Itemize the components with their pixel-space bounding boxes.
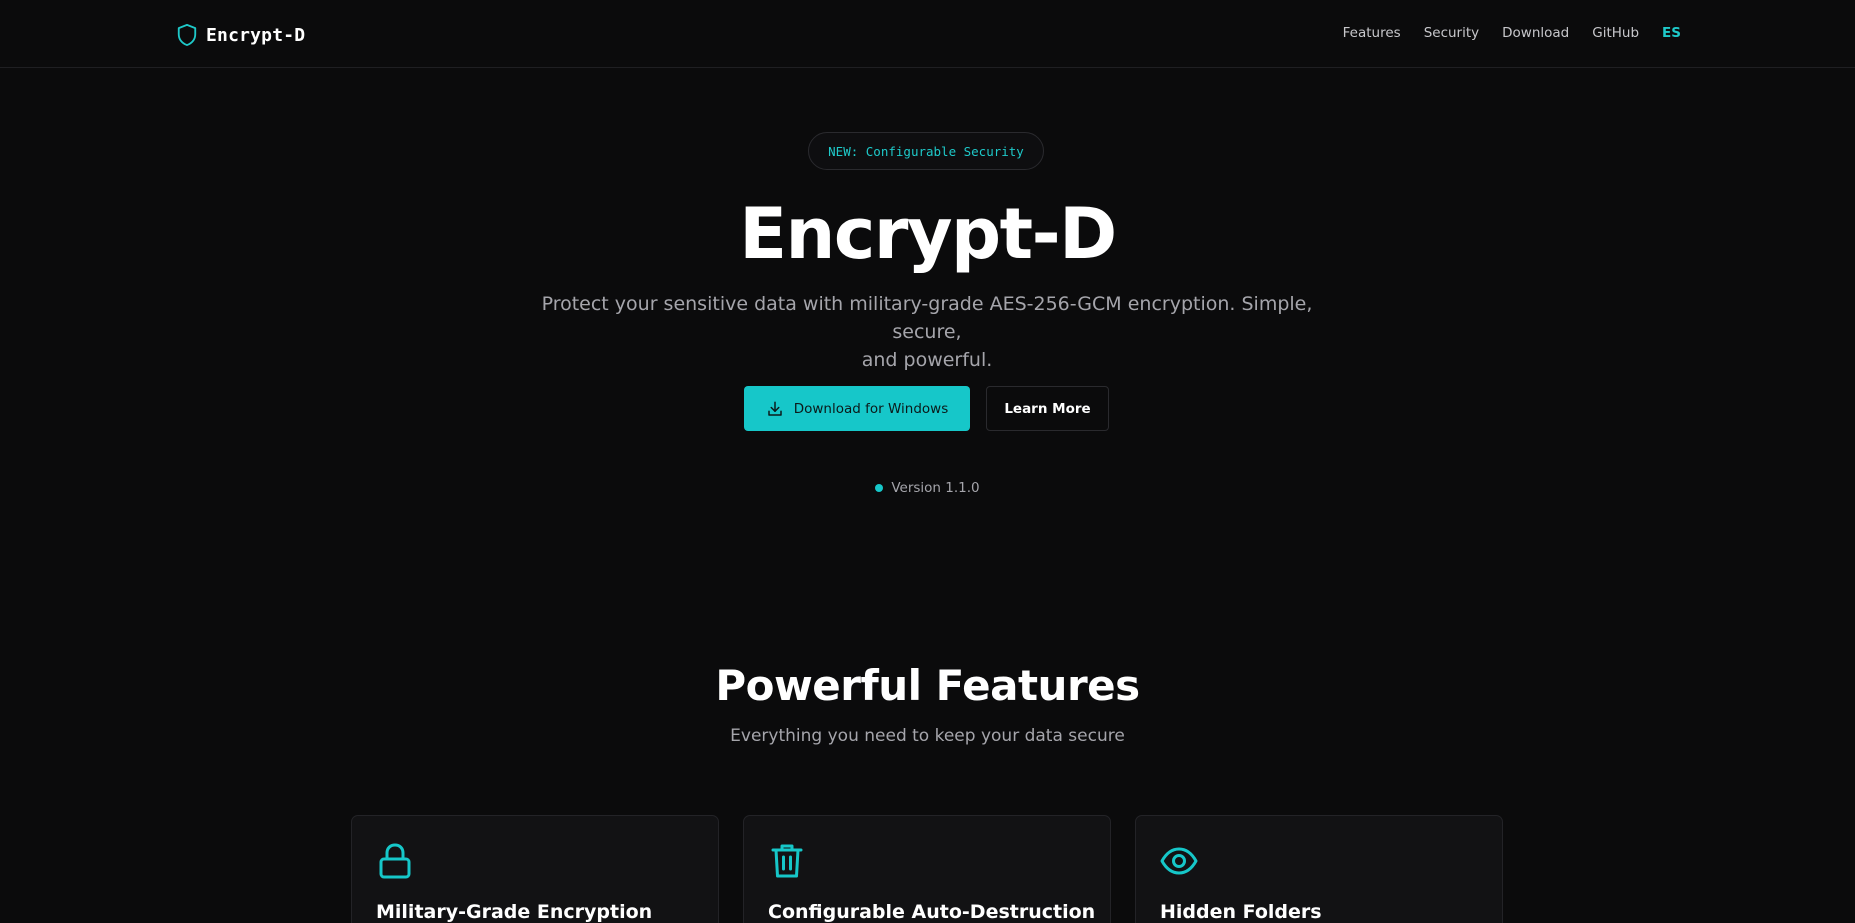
nav-link-github[interactable]: GitHub [1592,25,1639,41]
features-subtitle: Everything you need to keep your data se… [730,726,1125,746]
feature-card-title: Military-Grade Encryption [376,901,653,923]
brand-name: Encrypt-D [206,24,306,46]
main-nav: Features Security Download GitHub ES [1343,25,1681,41]
version-indicator: Version 1.1.0 [0,480,1855,496]
brand-logo-link[interactable]: Encrypt-D [176,21,305,49]
feature-card-title: Hidden Folders [1160,901,1322,923]
download-windows-button[interactable]: Download for Windows [744,386,970,431]
status-dot-icon [875,484,884,492]
hero-subtitle: Protect your sensitive data with militar… [527,290,1327,374]
hero-title: Encrypt-D [739,193,1117,275]
download-button-label: Download for Windows [793,400,949,417]
nav-link-features[interactable]: Features [1343,25,1401,41]
version-label: Version 1.1.0 [891,480,980,496]
feature-card-hidden-folders: Hidden Folders [1135,815,1503,923]
site-header: Encrypt-D Features Security Download Git… [0,0,1855,68]
nav-link-download[interactable]: Download [1502,25,1569,41]
nav-link-security[interactable]: Security [1424,25,1479,41]
hero-subtitle-line-1: Protect your sensitive data with militar… [541,293,1313,343]
shield-icon [176,23,198,47]
feature-card-title: Configurable Auto-Destruction [768,901,1096,923]
learn-more-button[interactable]: Learn More [986,386,1109,431]
hero-subtitle-line-2: and powerful. [861,349,993,371]
new-feature-badge: NEW: Configurable Security [808,132,1044,170]
features-title: Powerful Features [715,661,1140,710]
language-toggle[interactable]: ES [1662,25,1681,41]
lock-icon [376,842,414,880]
trash-icon [768,842,806,880]
feature-card-encryption: Military-Grade Encryption [351,815,719,923]
download-icon [766,400,784,418]
feature-card-auto-destruction: Configurable Auto-Destruction [743,815,1111,923]
eye-icon [1160,842,1198,880]
landing-page: Encrypt-D Features Security Download Git… [0,0,1855,923]
